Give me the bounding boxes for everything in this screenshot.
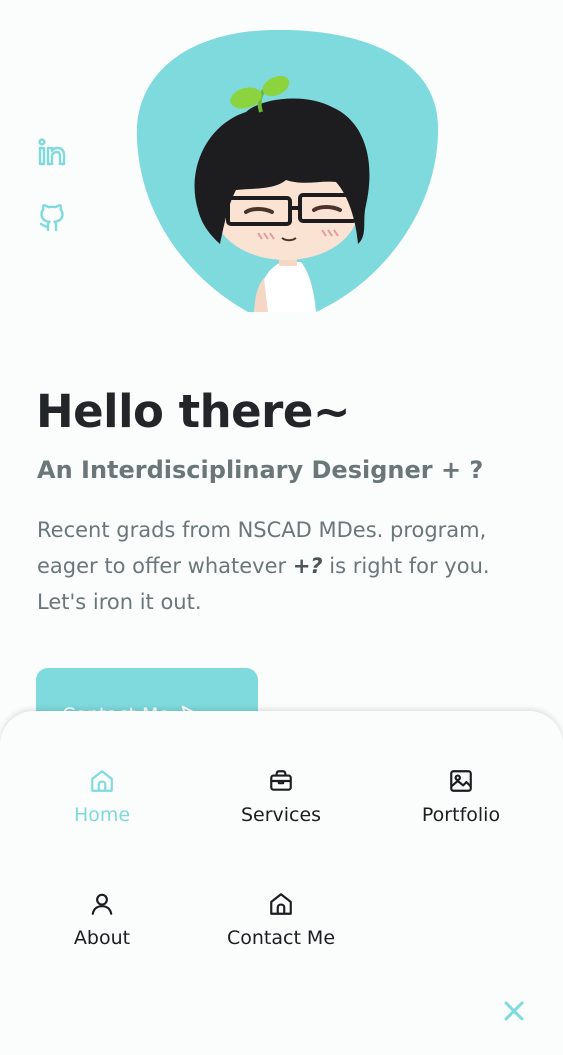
menu-item-label: Portfolio [421, 804, 501, 826]
close-icon[interactable] [498, 995, 530, 1027]
menu-item-about[interactable]: About [12, 891, 192, 971]
hero-description: Recent grads from NSCAD MDes. program, e… [37, 512, 537, 620]
desc-emphasis: +? [292, 554, 323, 578]
home-icon [268, 891, 294, 917]
menu-item-home[interactable]: Home [12, 768, 192, 848]
avatar [136, 29, 439, 312]
nav-menu: Home Services Portfolio About Contact Me [0, 711, 563, 1055]
user-icon [89, 891, 115, 917]
github-icon[interactable] [36, 201, 68, 233]
linkedin-icon[interactable] [36, 136, 68, 168]
briefcase-icon [268, 768, 294, 794]
menu-item-portfolio[interactable]: Portfolio [371, 768, 551, 848]
menu-item-contact-me[interactable]: Contact Me [191, 891, 371, 971]
social-links [36, 136, 70, 266]
hero-subtitle: An Interdisciplinary Designer + ? [37, 456, 484, 484]
menu-item-label: Services [240, 804, 322, 826]
menu-item-label: About [73, 927, 131, 949]
page-title: Hello there~ [36, 385, 351, 438]
menu-item-services[interactable]: Services [191, 768, 371, 848]
image-icon [448, 768, 474, 794]
menu-item-label: Contact Me [226, 927, 336, 949]
menu-item-label: Home [73, 804, 131, 826]
home-icon [89, 768, 115, 794]
